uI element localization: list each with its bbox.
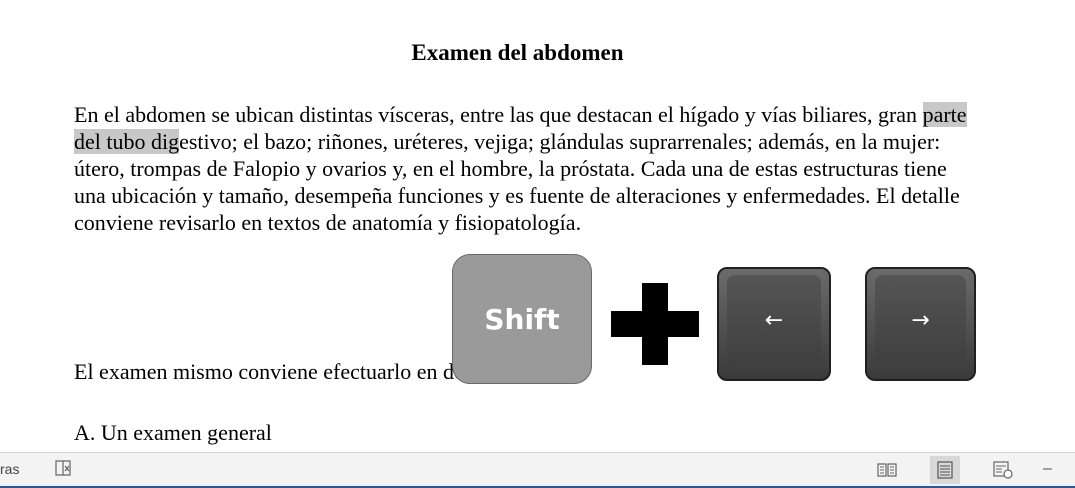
- paragraph-text-after: estivo; el bazo; riñones, uréteres, veji…: [74, 129, 960, 235]
- proofing-icon[interactable]: [54, 459, 74, 482]
- print-layout-icon[interactable]: [930, 456, 960, 484]
- document-page[interactable]: Examen del abdomen En el abdomen se ubic…: [0, 0, 1075, 452]
- left-arrow-icon: ←: [727, 275, 821, 365]
- document-title: Examen del abdomen: [411, 40, 624, 65]
- right-arrow-icon: →: [875, 275, 966, 365]
- status-bar: ras –: [0, 452, 1075, 488]
- web-layout-icon[interactable]: [988, 456, 1018, 484]
- left-arrow-key-graphic: ←: [713, 263, 835, 385]
- paragraph-text-before: En el abdomen se ubican distintas víscer…: [74, 102, 923, 127]
- paragraph-general-exam[interactable]: A. Un examen general: [74, 419, 974, 446]
- read-mode-icon[interactable]: [872, 456, 902, 484]
- shift-key-label: Shift: [484, 302, 560, 336]
- right-arrow-key-graphic: →: [861, 263, 980, 385]
- zoom-out-button[interactable]: –: [1043, 460, 1052, 478]
- word-count[interactable]: ras: [0, 461, 19, 477]
- paragraph-abdomen-organs[interactable]: En el abdomen se ubican distintas víscer…: [74, 101, 974, 236]
- shift-key-graphic: Shift: [452, 254, 592, 384]
- plus-icon: [611, 283, 699, 365]
